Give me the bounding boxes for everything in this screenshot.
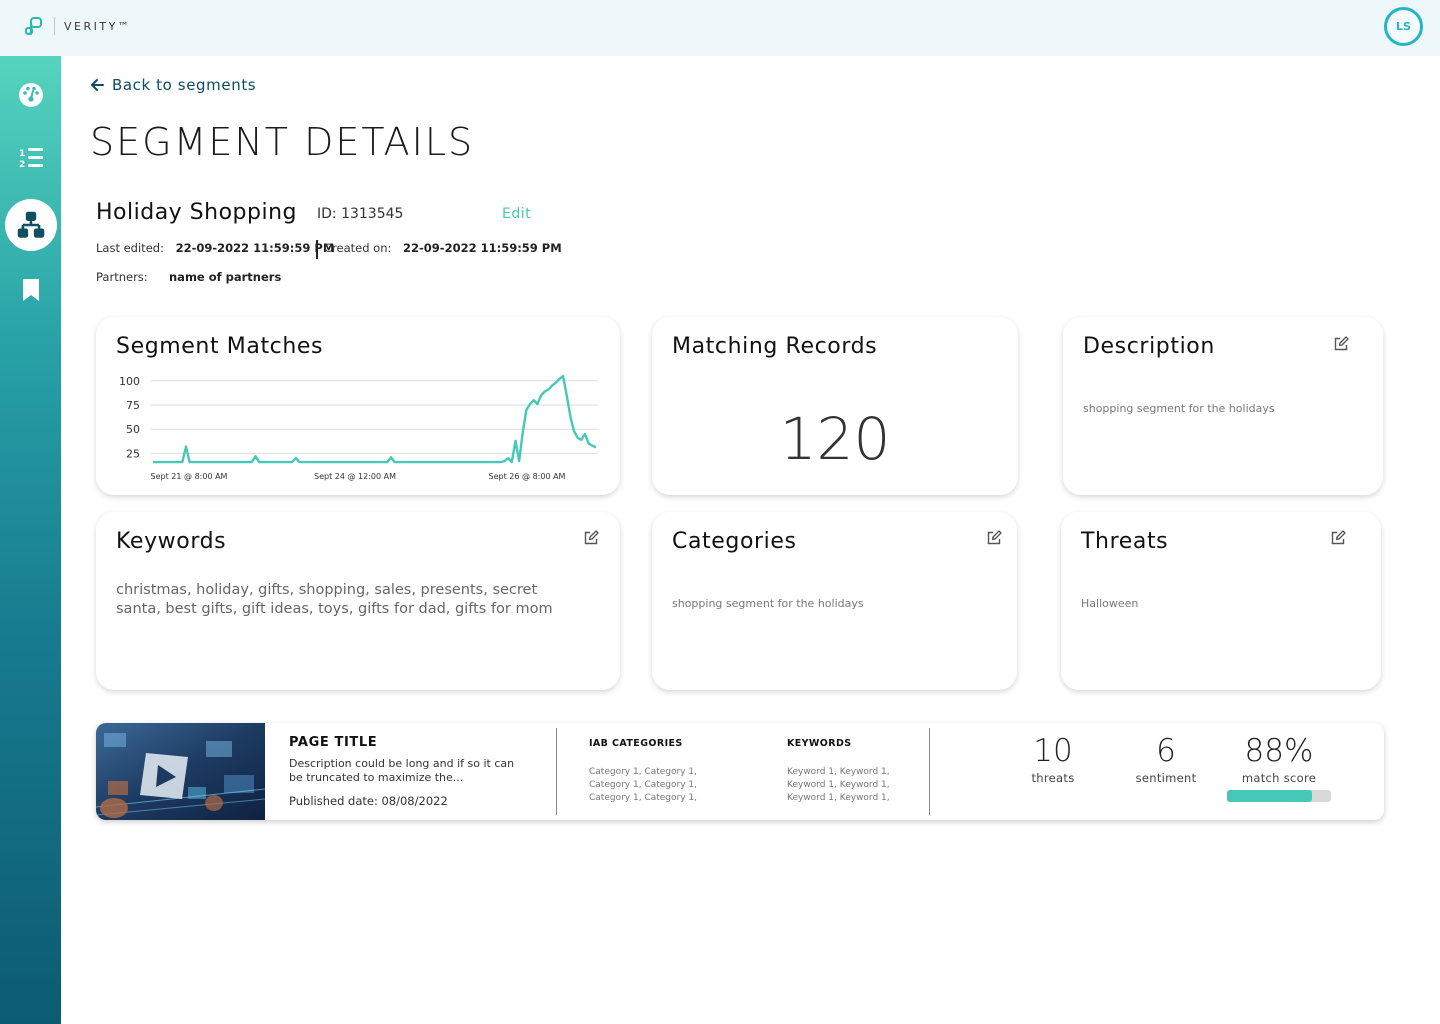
divider — [929, 728, 930, 815]
created-on: Created on: 22-09-2022 11:59:59 PM — [324, 241, 562, 255]
edit-icon[interactable] — [1330, 530, 1346, 546]
card-title: Description — [1083, 334, 1215, 359]
y-tick-label: 100 — [119, 375, 140, 388]
categories-card: Categories shopping segment for the holi… — [652, 512, 1017, 690]
segment-matches-card: Segment Matches 25 50 75 100 Sept 21 @ 8:00 … — [96, 317, 620, 495]
match-score-bar-fill — [1227, 790, 1313, 802]
top-bar: VERITY™ LS — [0, 0, 1440, 56]
x-tick-label: Sept 26 @ 8:00 AM — [489, 472, 566, 481]
gauge-icon — [18, 83, 43, 107]
sidebar-item-segments[interactable] — [0, 199, 61, 251]
result-page-title[interactable]: PAGE TITLE — [289, 735, 377, 750]
segment-matches-chart: 25 50 75 100 Sept 21 @ 8:00 AM Sept 24 @ 12:0… — [119, 374, 598, 481]
back-to-segments-link[interactable]: Back to segments — [90, 76, 256, 94]
verity-logo-icon — [25, 17, 42, 35]
edit-icon[interactable] — [1333, 336, 1349, 352]
result-description: Description could be long and if so it c… — [289, 757, 515, 784]
svg-text:2: 2 — [19, 160, 25, 170]
threats-count: 10 — [1033, 733, 1073, 769]
partners: Partners: name of partners — [96, 270, 281, 284]
keywords-card: Keywords christmas, holiday, gifts, shop… — [96, 512, 620, 690]
hierarchy-icon — [17, 211, 44, 238]
card-title: Categories — [672, 529, 797, 554]
card-title: Threats — [1081, 529, 1169, 554]
list-item: Keyword 1, Keyword 1, — [787, 780, 890, 790]
edit-icon[interactable] — [986, 530, 1002, 546]
list-item: Keyword 1, Keyword 1, — [787, 793, 890, 803]
sidebar-item-lists[interactable]: 1 2 — [0, 132, 61, 184]
categories-text: shopping segment for the holidays — [672, 597, 864, 610]
iab-categories-list: Category 1, Category 1, Category 1, Cate… — [589, 766, 697, 805]
bookmark-icon — [22, 279, 39, 301]
keywords-list: Keyword 1, Keyword 1, Keyword 1, Keyword… — [787, 766, 890, 805]
partners-label: Partners: — [96, 270, 148, 284]
divider — [556, 728, 557, 815]
list-item: Category 1, Category 1, — [589, 767, 697, 777]
numbered-list-icon: 1 2 — [19, 148, 43, 170]
threats-card: Threats Halloween — [1061, 512, 1381, 690]
result-published-date: Published date: 08/08/2022 — [289, 794, 448, 808]
description-text: shopping segment for the holidays — [1083, 402, 1275, 415]
description-card: Description shopping segment for the hol… — [1063, 317, 1383, 495]
logo-divider — [54, 17, 55, 35]
y-tick-label: 50 — [126, 423, 140, 436]
matching-records-count: 120 — [779, 405, 891, 473]
sidebar-item-dashboard[interactable] — [0, 69, 61, 121]
list-item: Category 1, Category 1, — [589, 793, 697, 803]
brand-name: VERITY™ — [64, 19, 132, 33]
card-title: Matching Records — [672, 334, 878, 359]
active-indicator — [4, 199, 57, 251]
page-thumbnail — [96, 723, 265, 820]
created-value: 22-09-2022 11:59:59 PM — [403, 241, 562, 255]
x-tick-label: Sept 21 @ 8:00 AM — [151, 472, 228, 481]
sentiment-score: 6 — [1156, 733, 1176, 769]
last-edited: Last edited: 22-09-2022 11:59:59 PM — [96, 241, 334, 255]
keywords-text: christmas, holiday, gifts, shopping, sal… — [116, 582, 553, 617]
series-line — [153, 374, 597, 464]
page-result-row[interactable]: PAGE TITLE Description could be long and… — [96, 723, 1384, 820]
threats-label: threats — [1031, 771, 1075, 785]
segment-id: ID: 1313545 — [317, 206, 404, 222]
last-edited-label: Last edited: — [96, 241, 164, 255]
logo[interactable]: VERITY™ — [24, 16, 131, 36]
user-avatar[interactable]: LS — [1384, 7, 1423, 46]
created-label: Created on: — [324, 241, 392, 255]
sentiment-label: sentiment — [1135, 771, 1197, 785]
x-tick-label: Sept 24 @ 12:00 AM — [314, 472, 396, 481]
back-label: Back to segments — [112, 76, 257, 94]
sidebar: 1 2 — [0, 56, 61, 1024]
list-item: Category 1, Category 1, — [589, 780, 697, 790]
sidebar-item-saved[interactable] — [0, 264, 61, 316]
edit-segment-link[interactable]: Edit — [502, 206, 531, 222]
match-score-value: 88% — [1244, 733, 1314, 769]
threats-text: Halloween — [1081, 597, 1139, 610]
svg-text:1: 1 — [19, 149, 25, 159]
keywords-heading: KEYWORDS — [787, 738, 852, 749]
match-score-bar — [1227, 790, 1331, 802]
iab-categories-heading: IAB CATEGORIES — [589, 738, 683, 749]
matching-records-card: Matching Records 120 — [652, 317, 1018, 495]
arrow-left-icon — [91, 79, 104, 91]
meta-divider — [316, 240, 318, 259]
last-edited-value: 22-09-2022 11:59:59 PM — [175, 241, 335, 255]
card-title: Keywords — [116, 529, 227, 554]
y-tick-label: 75 — [126, 399, 140, 412]
segment-name: Holiday Shopping — [96, 200, 298, 225]
edit-icon[interactable] — [583, 530, 599, 546]
list-item: Keyword 1, Keyword 1, — [787, 767, 890, 777]
y-tick-label: 25 — [126, 447, 140, 460]
partners-value: name of partners — [169, 270, 282, 284]
match-score-label: match score — [1241, 771, 1317, 785]
page-title: SEGMENT DETAILS — [90, 120, 475, 164]
